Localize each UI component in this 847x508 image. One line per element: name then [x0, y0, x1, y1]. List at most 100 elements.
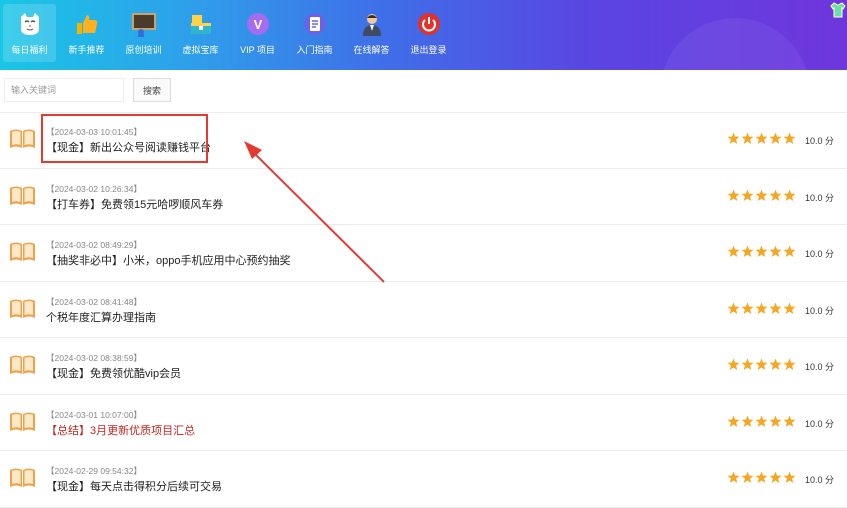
open-book-icon [9, 184, 36, 206]
nav-item-4[interactable]: 虚拟宝库 [174, 4, 227, 62]
star-icon [727, 415, 741, 433]
list-item[interactable]: 【2024-03-02 08:41:48】个税年度汇算办理指南 10.0 分 [0, 282, 847, 338]
thumbs-up-icon [74, 11, 100, 37]
star-icon [727, 189, 741, 207]
main-nav: 每日福利 新手推荐 原创培训 虚拟宝库 V VIP 项目 入门指南 在线解答 退出登录 [3, 4, 459, 62]
list-item[interactable]: 【2024-02-29 09:54:32】 【现金】每天点击得积分后续可交易 10.… [0, 451, 847, 508]
star-icon [741, 302, 755, 320]
item-title-link[interactable]: 【打车券】免费领15元哈啰顺风车券 [46, 196, 223, 212]
star-icon [755, 132, 769, 150]
score-label: 10.0 分 [805, 192, 835, 203]
item-timestamp: 【2024-03-02 08:49:29】 [46, 240, 142, 250]
open-book-icon [9, 127, 36, 149]
star-icon [755, 245, 769, 263]
top-nav-bar: 每日福利 新手推荐 原创培训 虚拟宝库 V VIP 项目 入门指南 在线解答 退出登录 [0, 0, 847, 70]
score-label: 10.0 分 [805, 475, 835, 485]
item-title-link[interactable]: 【现金】免费领优酷vip会员 [46, 365, 181, 381]
open-book-icon [9, 353, 36, 375]
star-icon [783, 471, 797, 489]
score-label: 10.0 分 [805, 136, 835, 146]
star-icon [755, 358, 769, 376]
score-label: 10.0 分 [805, 418, 835, 429]
star-icon [727, 132, 741, 150]
list-item[interactable]: 【2024-03-02 10:26:34】【打车券】免费领15元哈啰顺风车券 10… [0, 169, 847, 225]
nav-item-label: 在线解答 [353, 45, 390, 55]
star-icon [741, 132, 755, 150]
star-rating [727, 302, 797, 320]
nav-item-1[interactable]: 每日福利 [3, 4, 56, 62]
star-icon [769, 302, 783, 320]
nav-item-label: 入门指南 [296, 45, 333, 55]
star-icon [727, 358, 741, 376]
tshirt-icon[interactable] [829, 1, 847, 19]
nav-item-2[interactable]: 新手推荐 [60, 4, 113, 62]
search-input[interactable] [4, 78, 124, 102]
item-timestamp: 【2024-03-02 10:26:34】 [46, 183, 142, 194]
open-book-icon [9, 410, 36, 432]
item-timestamp: 【2024-03-02 08:38:59】 [46, 353, 142, 363]
star-icon [783, 415, 797, 433]
vip-icon: V [245, 11, 271, 37]
search-button[interactable]: 搜索 [133, 78, 171, 102]
star-icon [769, 189, 783, 207]
star-icon [769, 132, 783, 150]
nav-item-6[interactable]: 入门指南 [288, 4, 341, 62]
star-rating [727, 415, 797, 433]
star-icon [755, 415, 769, 433]
score-label: 10.0 分 [805, 362, 835, 372]
star-icon [741, 245, 755, 263]
blackboard-icon [131, 11, 157, 37]
star-icon [769, 471, 783, 489]
guide-book-icon [302, 11, 328, 37]
svg-text:V: V [253, 17, 262, 32]
star-icon [727, 302, 741, 320]
list-item[interactable]: 【2024-03-02 08:49:29】【抽奖非必中】小米，oppo手机应用中… [0, 225, 847, 282]
item-title-link[interactable]: 【现金】每天点击得积分后续可交易 [46, 478, 222, 494]
star-icon [783, 132, 797, 150]
item-title-link[interactable]: 个税年度汇算办理指南 [46, 309, 156, 325]
nav-item-label: 每日福利 [11, 45, 48, 55]
score-label: 10.0 分 [805, 305, 835, 316]
star-icon [769, 358, 783, 376]
star-icon [755, 189, 769, 207]
open-book-icon [9, 240, 36, 262]
star-icon [741, 471, 755, 489]
star-icon [727, 471, 741, 489]
nav-item-label: 虚拟宝库 [182, 45, 219, 55]
nav-item-label: 新手推荐 [68, 45, 105, 55]
article-list: 【2024-03-03 10:01:45】【现金】新出公众号阅读赚钱平台 10.0… [0, 112, 847, 508]
treasure-box-icon [188, 11, 214, 37]
star-icon [741, 358, 755, 376]
score-label: 10.0 分 [805, 249, 835, 259]
nav-item-8[interactable]: 退出登录 [402, 4, 455, 62]
item-title-link[interactable]: 【总结】3月更新优质项目汇总 [46, 422, 195, 438]
star-icon [783, 358, 797, 376]
nav-item-label: VIP 项目 [240, 45, 275, 55]
search-bar: 搜索 [0, 70, 847, 113]
star-rating [727, 132, 797, 150]
star-icon [769, 245, 783, 263]
star-icon [741, 415, 755, 433]
star-icon [783, 302, 797, 320]
nav-item-5[interactable]: V VIP 项目 [231, 4, 284, 62]
star-icon [783, 245, 797, 263]
item-title-link[interactable]: 【现金】新出公众号阅读赚钱平台 [46, 139, 211, 155]
list-item[interactable]: 【2024-03-01 10:07:00】 【总结】3月更新优质项目汇总 10.0 … [0, 395, 847, 451]
star-rating [727, 358, 797, 376]
star-icon [755, 471, 769, 489]
star-icon [741, 189, 755, 207]
power-icon [416, 11, 442, 37]
list-item[interactable]: 【2024-03-02 08:38:59】【现金】免费领优酷vip会员 10.0 … [0, 338, 847, 395]
cat-face-icon [17, 11, 43, 37]
star-icon [783, 189, 797, 207]
decorative-circle [660, 18, 810, 70]
nav-item-7[interactable]: 在线解答 [345, 4, 398, 62]
list-item[interactable]: 【2024-03-03 10:01:45】【现金】新出公众号阅读赚钱平台 10.0… [0, 112, 847, 169]
item-title-link[interactable]: 【抽奖非必中】小米，oppo手机应用中心预约抽奖 [46, 252, 290, 268]
star-icon [755, 302, 769, 320]
nav-item-3[interactable]: 原创培训 [117, 4, 170, 62]
item-timestamp: 【2024-03-03 10:01:45】 [46, 127, 142, 137]
item-timestamp: 【2024-03-02 08:41:48】 [46, 296, 142, 307]
nav-item-label: 退出登录 [410, 45, 447, 55]
open-book-icon [9, 297, 36, 319]
